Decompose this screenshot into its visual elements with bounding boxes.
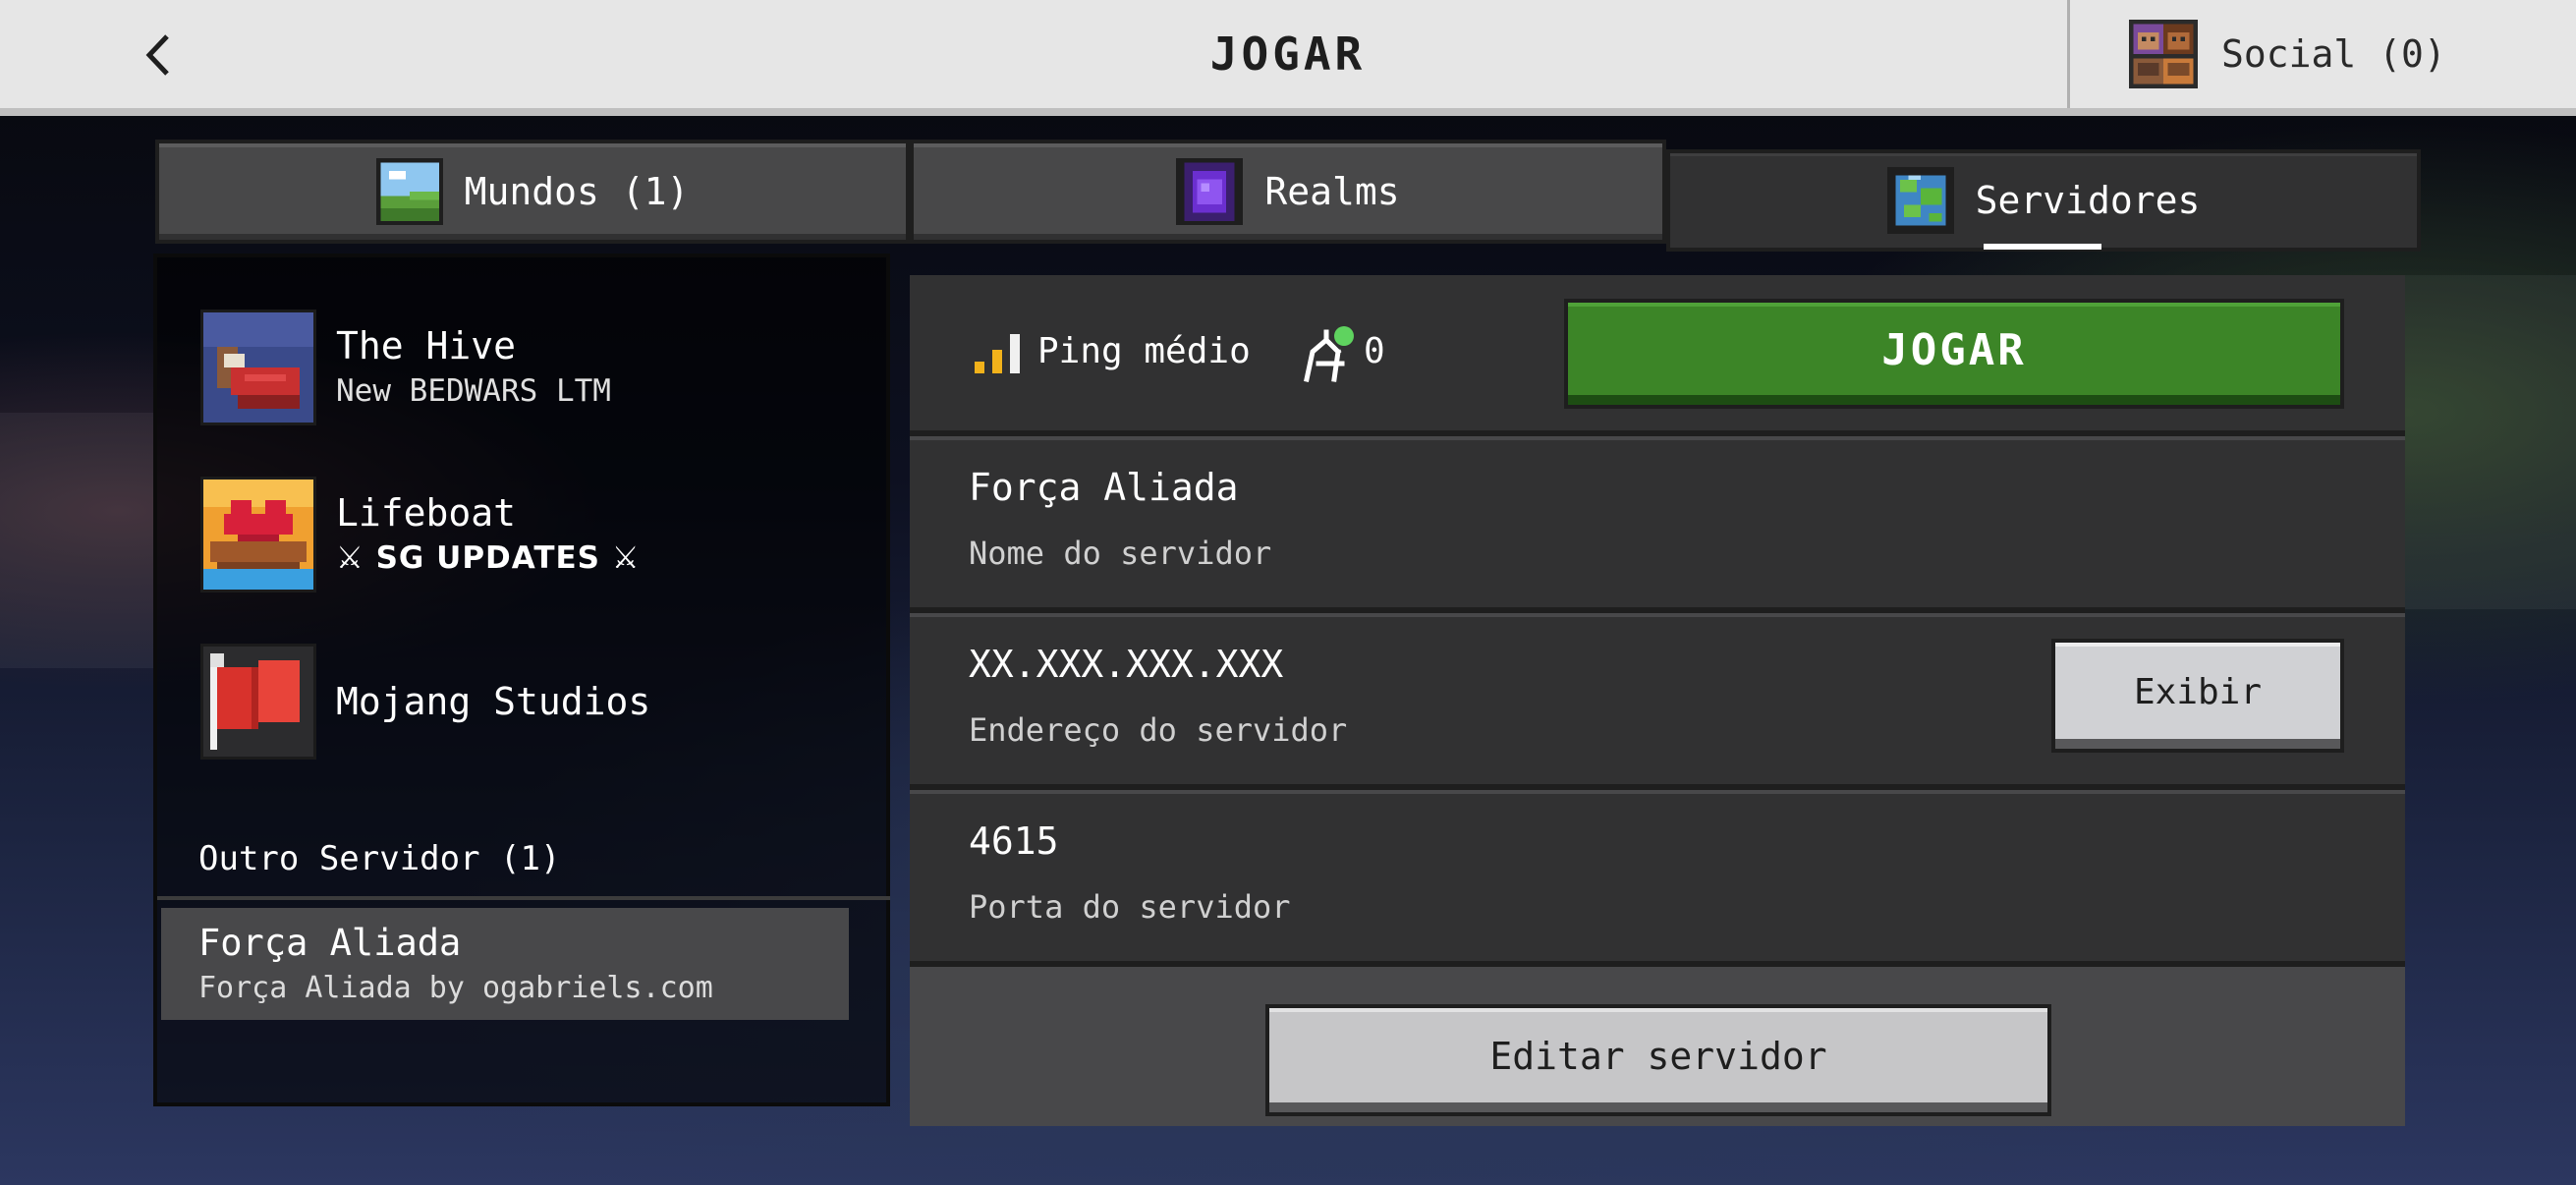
server-address-label: Endereço do servidor [969, 711, 1348, 749]
server-name: Mojang Studios [336, 680, 651, 723]
server-address-value: XX.XXX.XXX.XXX [969, 643, 1284, 686]
tab-worlds-label: Mundos (1) [464, 170, 690, 213]
edit-server-area: Editar servidor [910, 961, 2405, 1126]
server-subtitle: New BEDWARS LTM [336, 373, 611, 409]
tab-worlds[interactable]: Mundos (1) [155, 140, 910, 244]
tab-servers-label: Servidores [1975, 179, 2201, 222]
server-name: Força Aliada [198, 922, 462, 964]
server-name: Lifeboat [336, 491, 517, 535]
server-address-field: XX.XXX.XXX.XXX Endereço do servidor Exib… [910, 607, 2405, 776]
server-name-field: Força Aliada Nome do servidor [910, 430, 2405, 599]
section-divider [157, 896, 890, 900]
featured-server-mojang-studios[interactable]: Mojang Studios [200, 641, 849, 762]
heart-boat-icon [200, 477, 316, 592]
tab-servers[interactable]: Servidores [1666, 149, 2421, 252]
server-status-bar: Ping médio 0 JOGAR [910, 275, 2405, 430]
server-port-label: Porta do servidor [969, 888, 1291, 926]
server-subtitle: Força Aliada by ogabriels.com [198, 971, 713, 1005]
server-subtitle: ⚔ SG UPDATES ⚔ [336, 540, 641, 576]
server-name-label: Nome do servidor [969, 535, 1272, 572]
bed-icon [200, 310, 316, 425]
edit-server-button[interactable]: Editar servidor [1265, 1004, 2051, 1116]
ping-label: Ping médio [1037, 331, 1251, 371]
server-list-panel: The Hive New BEDWARS LTM Lifeboat ⚔ SG U… [153, 254, 890, 1106]
other-servers-heading: Outro Servidor (1) [198, 839, 561, 878]
server-port-value: 4615 [969, 819, 1059, 863]
server-details-panel: Ping médio 0 JOGAR Força Aliada Nome do … [910, 275, 2405, 1126]
server-name: The Hive [336, 324, 517, 367]
top-bar: JOGAR Social (0) [0, 0, 2576, 116]
social-label: Social (0) [2221, 32, 2446, 76]
server-name-value: Força Aliada [969, 466, 1239, 509]
globe-icon [1886, 167, 1954, 234]
show-button-label: Exibir [2133, 671, 2263, 712]
background-terrain-right [2405, 275, 2576, 609]
background-terrain-left [0, 413, 153, 668]
featured-server-lifeboat[interactable]: Lifeboat ⚔ SG UPDATES ⚔ [200, 474, 849, 595]
server-port-field: 4615 Porta do servidor [910, 784, 2405, 953]
players-count: 0 [1364, 331, 1385, 371]
active-tab-indicator [1984, 244, 2101, 250]
join-button-label: JOGAR [1881, 324, 2027, 375]
tab-realms-label: Realms [1264, 170, 1400, 213]
ping-signal-icon [975, 334, 1020, 373]
show-address-button[interactable]: Exibir [2051, 639, 2344, 753]
world-landscape-icon [375, 158, 443, 225]
edit-button-label: Editar servidor [1489, 1035, 1827, 1078]
friends-icon [2129, 20, 2198, 88]
social-button[interactable]: Social (0) [2067, 0, 2576, 108]
featured-server-the-hive[interactable]: The Hive New BEDWARS LTM [200, 307, 849, 428]
join-server-button[interactable]: JOGAR [1564, 299, 2344, 409]
tab-realms[interactable]: Realms [910, 140, 1666, 244]
players-icon [1304, 326, 1354, 382]
realms-portal-icon [1176, 158, 1244, 225]
red-flag-icon [200, 644, 316, 760]
server-list-item-forca-aliada[interactable]: Força Aliada Força Aliada by ogabriels.c… [161, 908, 849, 1020]
